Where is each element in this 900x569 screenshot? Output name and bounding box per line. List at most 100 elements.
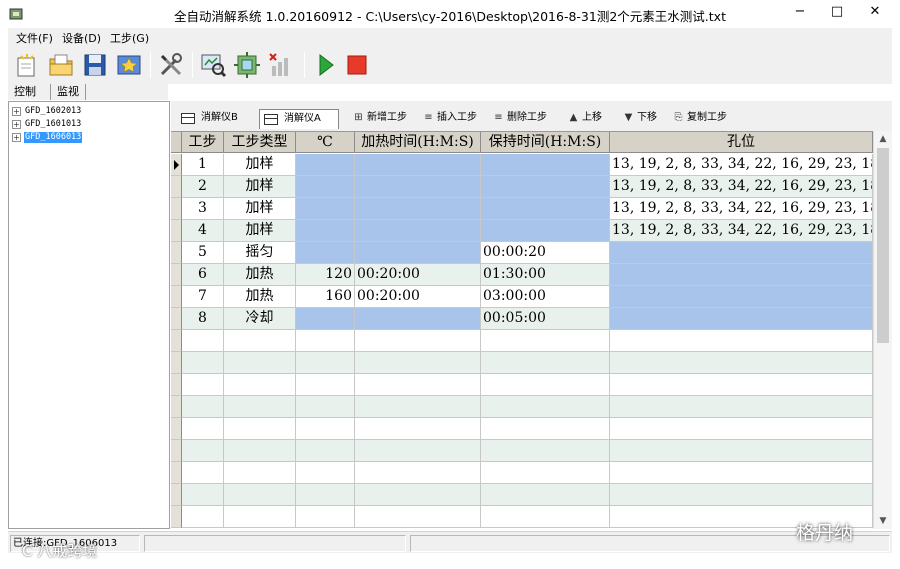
menu-file[interactable]: 文件(F) [16, 30, 53, 46]
row-selector[interactable] [171, 396, 182, 418]
delete-step-button[interactable]: ≡ 删除工步 [493, 111, 547, 127]
empty-cell[interactable] [296, 440, 355, 462]
empty-cell[interactable] [610, 396, 873, 418]
monitor-icon[interactable] [198, 50, 228, 80]
holes-cell[interactable]: 13, 19, 2, 8, 33, 34, 22, 16, 29, 23, 18 [610, 198, 873, 220]
type-cell[interactable]: 摇匀 [224, 242, 296, 264]
empty-cell[interactable] [355, 440, 481, 462]
holes-cell[interactable]: 13, 19, 2, 8, 33, 34, 22, 16, 29, 23, 18 [610, 176, 873, 198]
hold-time-cell[interactable]: 00:00:20 [481, 242, 610, 264]
empty-cell[interactable] [355, 462, 481, 484]
empty-cell[interactable] [481, 418, 610, 440]
holes-cell[interactable]: 13, 19, 2, 8, 33, 34, 22, 16, 29, 23, 18 [610, 220, 873, 242]
empty-cell[interactable] [224, 374, 296, 396]
hold-time-cell[interactable]: 01:30:00 [481, 264, 610, 286]
empty-cell[interactable] [296, 462, 355, 484]
new-icon[interactable] [12, 50, 42, 80]
step-cell[interactable]: 5 [182, 242, 224, 264]
empty-cell[interactable] [182, 484, 224, 506]
empty-cell[interactable] [481, 506, 610, 528]
close-button[interactable]: ✕ [860, 0, 890, 26]
empty-cell[interactable] [355, 484, 481, 506]
temp-cell[interactable]: 160 [296, 286, 355, 308]
menu-device[interactable]: 设备(D) [62, 30, 101, 46]
column-header[interactable]: ℃ [296, 132, 355, 153]
temp-cell[interactable] [296, 154, 355, 176]
temp-cell[interactable] [296, 176, 355, 198]
empty-cell[interactable] [224, 418, 296, 440]
type-cell[interactable]: 加热 [224, 264, 296, 286]
empty-cell[interactable] [296, 506, 355, 528]
scroll-up-icon[interactable]: ▲ [874, 131, 892, 147]
empty-cell[interactable] [481, 440, 610, 462]
empty-cell[interactable] [610, 352, 873, 374]
empty-cell[interactable] [610, 374, 873, 396]
hold-time-cell[interactable]: 00:05:00 [481, 308, 610, 330]
hold-time-cell[interactable] [481, 198, 610, 220]
row-selector[interactable] [171, 418, 182, 440]
empty-cell[interactable] [224, 462, 296, 484]
step-cell[interactable]: 1 [182, 154, 224, 176]
temp-cell[interactable] [296, 308, 355, 330]
column-header[interactable]: 孔位 [610, 132, 873, 153]
empty-cell[interactable] [610, 462, 873, 484]
run-icon[interactable] [310, 50, 340, 80]
scroll-thumb[interactable] [877, 148, 889, 343]
minimize-button[interactable]: − [785, 0, 815, 26]
menu-step[interactable]: 工步(G) [110, 30, 149, 46]
heat-time-cell[interactable] [355, 242, 481, 264]
step-cell[interactable]: 3 [182, 198, 224, 220]
heat-time-cell[interactable] [355, 198, 481, 220]
empty-cell[interactable] [296, 396, 355, 418]
step-cell[interactable]: 8 [182, 308, 224, 330]
current-row-indicator[interactable] [171, 154, 182, 176]
empty-cell[interactable] [610, 484, 873, 506]
temp-cell[interactable] [296, 198, 355, 220]
hold-time-cell[interactable] [481, 154, 610, 176]
row-selector[interactable] [171, 440, 182, 462]
holes-cell[interactable] [610, 264, 873, 286]
temp-cell[interactable]: 120 [296, 264, 355, 286]
scroll-down-icon[interactable]: ▼ [874, 513, 892, 529]
step-cell[interactable]: 4 [182, 220, 224, 242]
stop-icon[interactable] [342, 50, 372, 80]
open-icon[interactable] [46, 50, 76, 80]
save-icon[interactable] [80, 50, 110, 80]
empty-cell[interactable] [182, 462, 224, 484]
empty-cell[interactable] [182, 440, 224, 462]
holes-cell[interactable]: 13, 19, 2, 8, 33, 34, 22, 16, 29, 23, 18 [610, 154, 873, 176]
empty-cell[interactable] [610, 330, 873, 352]
type-cell[interactable]: 加样 [224, 198, 296, 220]
column-header[interactable]: 工步 [182, 132, 224, 153]
move-down-button[interactable]: ▼ 下移 [623, 111, 657, 127]
holes-cell[interactable] [610, 242, 873, 264]
row-selector[interactable] [171, 286, 182, 308]
empty-cell[interactable] [296, 418, 355, 440]
empty-cell[interactable] [355, 330, 481, 352]
add-step-button[interactable]: ⊞ 新增工步 [353, 111, 407, 127]
hold-time-cell[interactable]: 03:00:00 [481, 286, 610, 308]
heat-time-cell[interactable] [355, 154, 481, 176]
heat-time-cell[interactable] [355, 220, 481, 242]
empty-cell[interactable] [610, 440, 873, 462]
step-cell[interactable]: 7 [182, 286, 224, 308]
row-selector[interactable] [171, 374, 182, 396]
empty-cell[interactable] [224, 484, 296, 506]
expand-icon[interactable]: + [12, 133, 21, 142]
empty-cell[interactable] [224, 440, 296, 462]
column-header[interactable]: 工步类型 [224, 132, 296, 153]
insert-step-button[interactable]: ≡ 插入工步 [423, 111, 477, 127]
move-up-button[interactable]: ▲ 上移 [568, 111, 602, 127]
tab-monitor[interactable]: 监视 [50, 84, 86, 100]
row-selector[interactable] [171, 330, 182, 352]
empty-cell[interactable] [224, 352, 296, 374]
empty-cell[interactable] [296, 330, 355, 352]
row-selector[interactable] [171, 506, 182, 528]
row-selector[interactable] [171, 264, 182, 286]
heat-time-cell[interactable]: 00:20:00 [355, 264, 481, 286]
tab-digester-b[interactable]: 消解仪B [177, 109, 255, 129]
row-selector[interactable] [171, 242, 182, 264]
column-header[interactable]: 加热时间(H:M:S) [355, 132, 481, 153]
empty-cell[interactable] [182, 506, 224, 528]
empty-cell[interactable] [481, 484, 610, 506]
